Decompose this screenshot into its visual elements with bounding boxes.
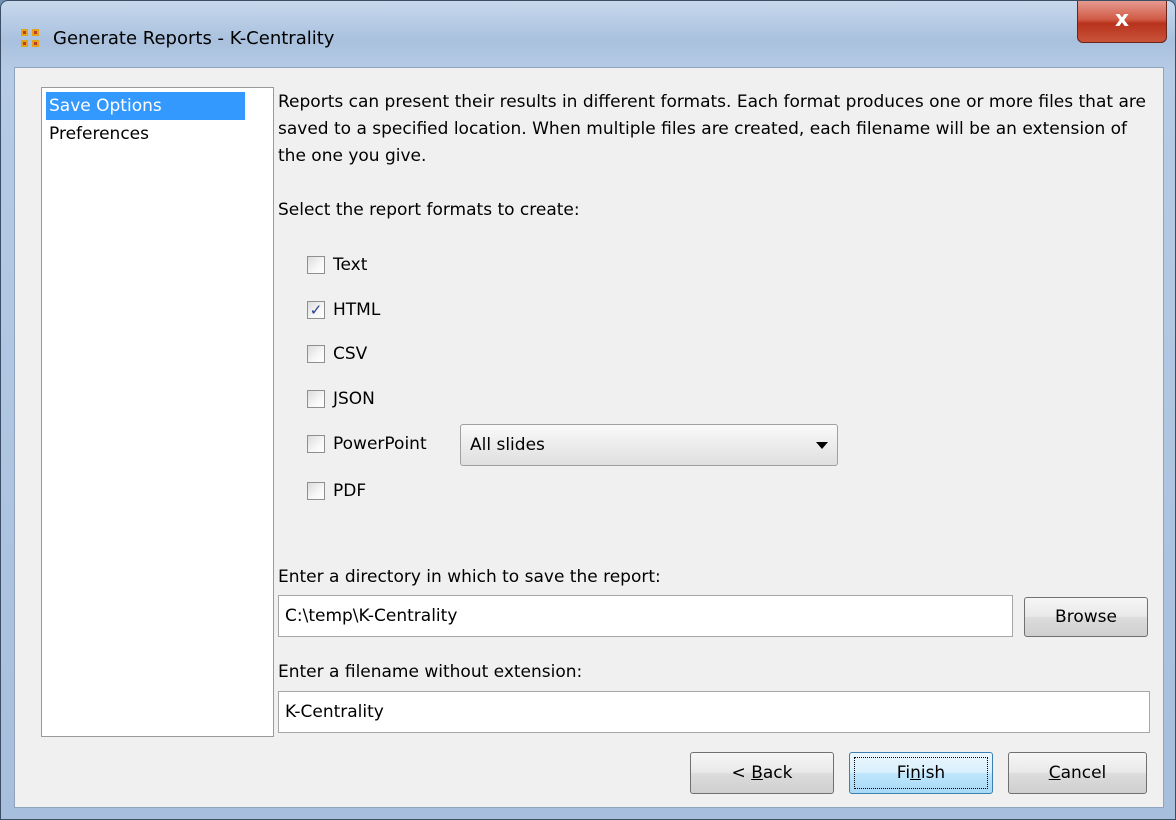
checkbox-text-label[interactable]: Text: [333, 255, 367, 275]
checkbox-powerpoint-label[interactable]: PowerPoint: [333, 434, 427, 454]
formats-label: Select the report formats to create:: [278, 200, 580, 220]
nav-item-preferences[interactable]: Preferences: [46, 120, 245, 148]
checkbox-text[interactable]: [307, 256, 325, 274]
finish-button[interactable]: Finish: [849, 752, 993, 794]
window-title: Generate Reports - K-Centrality: [53, 28, 335, 49]
directory-label: Enter a directory in which to save the r…: [278, 567, 661, 587]
filename-label: Enter a filename without extension:: [278, 662, 583, 682]
checkbox-powerpoint[interactable]: [307, 435, 325, 453]
finish-button-label: Finish: [896, 763, 946, 783]
description-text: Reports can present their results in dif…: [278, 92, 1146, 166]
checkbox-csv[interactable]: [307, 345, 325, 363]
browse-button-label: Browse: [1055, 607, 1117, 627]
filename-input[interactable]: [278, 691, 1150, 733]
cancel-button[interactable]: Cancel: [1008, 752, 1147, 794]
nav-item-save-options[interactable]: Save Options: [46, 92, 245, 120]
checkbox-json-label[interactable]: JSON: [333, 389, 375, 409]
dialog-content: Save Options Preferences Reports can pre…: [14, 67, 1164, 808]
checkbox-html[interactable]: ✓: [307, 301, 325, 319]
back-button-label: < Back: [731, 763, 793, 783]
app-icon: [21, 29, 41, 49]
checkbox-pdf-label[interactable]: PDF: [333, 481, 366, 501]
dialog-window: Generate Reports - K-Centrality x Save O…: [0, 0, 1176, 820]
directory-input[interactable]: [278, 595, 1013, 637]
checkbox-html-label[interactable]: HTML: [333, 300, 380, 320]
cancel-button-label: Cancel: [1048, 763, 1107, 783]
checkbox-pdf[interactable]: [307, 482, 325, 500]
powerpoint-slides-dropdown[interactable]: All slides: [460, 424, 838, 466]
options-nav-list: Save Options Preferences: [41, 87, 274, 737]
checkbox-csv-label[interactable]: CSV: [333, 344, 367, 364]
browse-button[interactable]: Browse: [1024, 597, 1148, 637]
checkbox-json[interactable]: [307, 390, 325, 408]
dropdown-selected-value: All slides: [470, 435, 545, 455]
chevron-down-icon[interactable]: [816, 442, 828, 449]
back-button[interactable]: < Back: [690, 752, 834, 794]
close-button[interactable]: x: [1077, 1, 1167, 43]
